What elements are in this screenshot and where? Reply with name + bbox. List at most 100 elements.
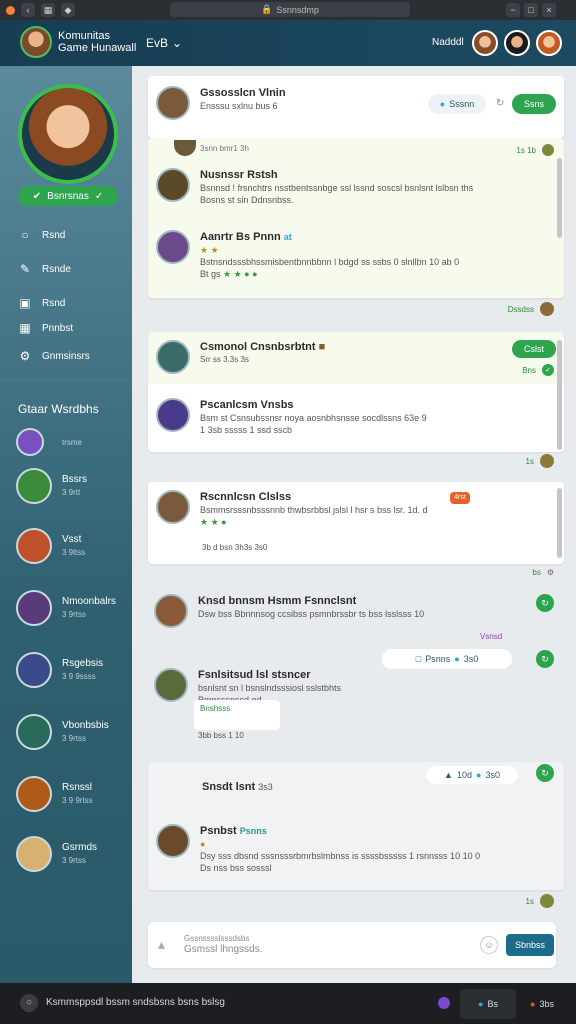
friend-item[interactable]: Rsgebsis 3 9 9ssss xyxy=(16,652,103,688)
attach-icon[interactable]: ▴ xyxy=(158,936,165,953)
author-avatar[interactable] xyxy=(156,230,190,264)
author-avatar[interactable] xyxy=(156,340,190,374)
top-header: Komunitas Game Hunawall EvB ⌄ Nadddl xyxy=(0,20,576,66)
feed-area: Gssosslcn Vlnin Ensssu sxlnu bus 6 ● Sssnn… xyxy=(132,66,576,983)
taskbar-tab-2[interactable]: ● 3bs xyxy=(520,989,564,1019)
post-header: Nusnssr Rstsh Bsnnsd ! frsnchtrs nsstbent… xyxy=(156,168,473,206)
tag-pill[interactable]: ● Sssnn xyxy=(428,94,486,114)
friend-avatar xyxy=(16,652,52,688)
friends-section-title: Gtaar Wsrdbhs xyxy=(18,402,99,416)
post-meta: 1s xyxy=(526,454,554,468)
status-icon[interactable] xyxy=(438,997,450,1009)
friend-item[interactable]: Vbonbsbis 3 9rtss xyxy=(16,714,109,750)
friend-avatar xyxy=(16,714,52,750)
grid-icon[interactable]: ▦ xyxy=(41,3,55,17)
emoji-icon[interactable]: ☺ xyxy=(480,936,498,954)
nav-item-1[interactable]: ○ Rsnd xyxy=(18,224,118,246)
refresh-icon[interactable]: ↻ xyxy=(496,98,504,109)
friend-item[interactable]: Rsnssl 3 9 9rtss xyxy=(16,776,93,812)
action-button[interactable]: Cslst xyxy=(512,340,556,358)
minimize-icon[interactable]: − xyxy=(506,3,520,17)
nav-item-2[interactable]: ✎ Rsnde xyxy=(18,258,118,280)
action-icon[interactable]: ↻ xyxy=(536,650,554,668)
profile-avatar[interactable] xyxy=(18,84,118,184)
alert-icon: ● xyxy=(530,999,536,1009)
author-avatar[interactable] xyxy=(156,398,190,432)
reaction-avatar xyxy=(540,454,554,468)
post-header: Csmonol Cnsnbsrbtnt ■ Srr ss 3.3s 3s xyxy=(156,340,325,374)
header-avatar-3[interactable] xyxy=(536,30,562,56)
emoji-icon: ■ xyxy=(318,341,326,353)
reply-icon[interactable]: ⚙ xyxy=(547,568,554,577)
scrollbar[interactable] xyxy=(557,158,562,238)
friend-item[interactable]: Bssrs 3 9rtt xyxy=(16,468,87,504)
post-card: Rscnnlcsn Clslss Bsmmsrsssnbsssnnb thwbsr… xyxy=(148,482,564,564)
lock-icon: 🔒 xyxy=(261,4,273,14)
post-card: Snsdt lsnt 3s3 ▲ 10d ● 3s0 Psnbst Psnns ● Dsy… xyxy=(148,762,564,890)
status-pill[interactable]: ✔ Bsnrsnas ✓ xyxy=(18,186,118,206)
post-card: Csmonol Cnsnbsrbtnt ■ Srr ss 3.3s 3s Csls… xyxy=(148,332,564,452)
view-dropdown[interactable]: EvB ⌄ xyxy=(146,36,182,50)
info-icon: ● xyxy=(478,999,484,1009)
close-icon[interactable]: × xyxy=(542,3,556,17)
info-icon: ● xyxy=(454,654,460,664)
friend-item[interactable]: Nmoonbalrs 3 9rtss xyxy=(16,590,116,626)
action-icon[interactable]: ↻ xyxy=(536,764,554,782)
nav-item-5[interactable]: ⚙ Gnmsinsrs xyxy=(18,345,118,367)
close-dot-icon[interactable] xyxy=(6,5,15,15)
reaction-avatar xyxy=(540,894,554,908)
author-avatar[interactable] xyxy=(156,824,190,858)
header-avatar-2[interactable] xyxy=(504,30,530,56)
post-header: Rscnnlcsn Clslss Bsmmsrsssnbsssnnb thwbsr… xyxy=(156,490,428,528)
scrollbar[interactable] xyxy=(557,488,562,558)
friend-avatar xyxy=(16,428,44,456)
emoji-icons: ★ ★ ● ● xyxy=(223,269,258,279)
post-header: Aanrtr Bs Pnnn at ★ ★ Bstnsndsssbhssmisben… xyxy=(156,230,459,280)
back-icon[interactable]: ‹ xyxy=(21,3,35,17)
compose-box[interactable]: ▴ Gssnsssslsssdsbs Gsmssl lhngssds. ☺ Sb… xyxy=(148,922,556,968)
emoji-row: ● xyxy=(200,839,206,849)
friend-item[interactable]: Gsrmds 3 9rtss xyxy=(16,836,97,872)
post-meta: Bns ✓ xyxy=(522,364,554,376)
maximize-icon[interactable]: □ xyxy=(524,3,538,17)
friend-item[interactable]: trsme xyxy=(16,428,82,456)
nav-item-4[interactable]: ▦ Pnnbst xyxy=(18,317,118,339)
bookmark-icon[interactable]: ◆ xyxy=(61,3,75,17)
address-bar[interactable]: 🔒 Ssnnsdmp xyxy=(170,2,410,17)
app-icon[interactable]: ○ xyxy=(20,994,38,1012)
author-avatar[interactable] xyxy=(156,86,190,120)
scrollbar[interactable] xyxy=(557,340,562,450)
send-button[interactable]: Sbnbss xyxy=(506,934,554,956)
chevron-down-icon: ⌄ xyxy=(172,36,183,50)
badge: 4rst xyxy=(450,492,470,504)
reaction-avatar xyxy=(542,144,554,156)
brand-title: Komunitas Game Hunawall xyxy=(58,30,137,54)
friend-item[interactable]: Vsst 3 9ltss xyxy=(16,528,85,564)
reaction-bar[interactable]: ▲ 10d ● 3s0 xyxy=(426,766,518,784)
friend-avatar xyxy=(16,590,52,626)
settings-icon: ⚙ xyxy=(19,349,31,363)
check-icon: ✓ xyxy=(542,364,554,376)
action-icon[interactable]: ↻ xyxy=(536,594,554,612)
author-avatar[interactable] xyxy=(174,140,196,156)
friend-avatar xyxy=(16,528,52,564)
nav-item-3[interactable]: ▣ Rsnd xyxy=(18,292,118,314)
follow-button[interactable]: Ssns xyxy=(512,94,556,114)
post-card: 3snn bmr1 3h 1s 1b Nusnssr Rstsh Bsnnsd !… xyxy=(148,138,564,298)
taskbar-tab-1[interactable]: ● Bs xyxy=(460,989,516,1019)
friend-avatar xyxy=(16,468,52,504)
check-icon: ✔ xyxy=(32,190,42,202)
post-header: Pscanlcsm Vnsbs Bsm st Csnsubssnsr noya a… xyxy=(156,398,427,436)
header-avatar-1[interactable] xyxy=(472,30,498,56)
reaction-bar[interactable]: □ Psnns ● 3s0 xyxy=(382,649,512,669)
friend-avatar xyxy=(16,836,52,872)
author-avatar[interactable] xyxy=(154,668,188,702)
post-card: Gssosslcn Vlnin Ensssu sxlnu bus 6 ● Sssnn… xyxy=(148,76,564,138)
author-avatar[interactable] xyxy=(154,594,188,628)
author-avatar[interactable] xyxy=(156,490,190,524)
community-logo-avatar[interactable] xyxy=(20,26,52,58)
author-avatar[interactable] xyxy=(156,168,190,202)
like-icon: ▲ xyxy=(444,770,453,780)
reply-bubble: Bnshsss xyxy=(194,700,280,730)
window-chrome: ‹ ▦ ◆ 🔒 Ssnnsdmp − □ × xyxy=(0,0,576,20)
